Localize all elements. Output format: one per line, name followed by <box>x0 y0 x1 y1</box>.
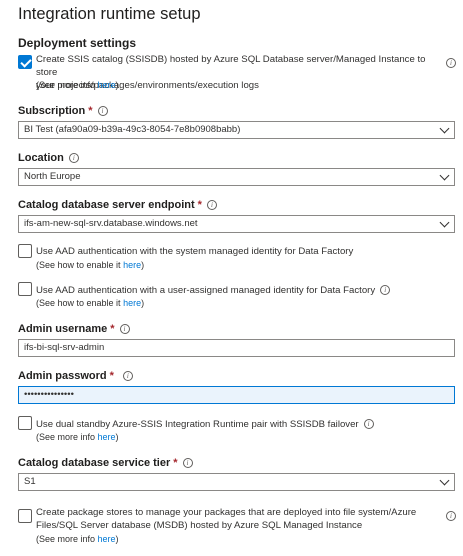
aad-system-checkbox[interactable] <box>18 244 32 258</box>
aad-user-more-info-link[interactable]: here <box>123 298 141 308</box>
subscription-label: Subscription * i <box>18 105 108 117</box>
package-stores-line1: Create package stores to manage your pac… <box>36 507 417 518</box>
chevron-down-icon <box>439 123 450 134</box>
more-info-suffix: ) <box>115 80 119 90</box>
admin-username-value: ifs-bi-sql-srv-admin <box>24 342 105 353</box>
dual-standby-text: Use dual standby Azure-SSIS Integration … <box>36 418 374 431</box>
aad-system-text: Use AAD authentication with the system m… <box>36 246 354 257</box>
ssis-more-info-link[interactable]: here <box>98 80 116 90</box>
ssis-catalog-checkbox[interactable] <box>18 55 32 69</box>
dual-standby-more-info: (See more info here) <box>36 432 119 442</box>
dual-standby-text-label: Use dual standby Azure-SSIS Integration … <box>36 419 359 430</box>
admin-username-label-text: Admin username <box>18 323 108 335</box>
info-icon[interactable]: i <box>122 371 133 381</box>
package-stores-more-info: (See more info here) <box>36 534 119 544</box>
ssis-more-info: (See more info here) <box>36 80 119 90</box>
aad-user-more-info: (See how to enable it here) <box>36 298 144 308</box>
info-icon[interactable]: i <box>119 324 130 334</box>
more-info-prefix: (See more info <box>36 80 98 90</box>
more-info-suffix: ) <box>141 260 145 270</box>
more-info-prefix: (See more info <box>36 432 98 442</box>
info-icon[interactable]: i <box>182 458 193 468</box>
location-label: Location i <box>18 152 79 164</box>
admin-username-input[interactable]: ifs-bi-sql-srv-admin <box>18 339 455 357</box>
aad-user-checkbox[interactable] <box>18 282 32 296</box>
more-info-prefix: (See how to enable it <box>36 298 124 308</box>
more-info-suffix: ) <box>115 534 119 544</box>
more-info-prefix: (See more info <box>36 534 98 544</box>
aad-user-text: Use AAD authentication with a user-assig… <box>36 284 391 297</box>
subscription-label-text: Subscription <box>18 105 86 117</box>
more-info-prefix: (See how to enable it <box>36 260 124 270</box>
chevron-down-icon <box>439 217 450 228</box>
info-icon[interactable]: i <box>97 106 108 116</box>
admin-password-input[interactable]: ••••••••••••••• <box>18 386 455 404</box>
ssis-catalog-line1: Create SSIS catalog (SSISDB) hosted by A… <box>36 54 426 78</box>
endpoint-label: Catalog database server endpoint * i <box>18 199 217 211</box>
location-dropdown[interactable]: North Europe <box>18 168 455 186</box>
required-mark: * <box>110 323 115 335</box>
info-icon[interactable]: i <box>68 153 79 163</box>
endpoint-label-text: Catalog database server endpoint <box>18 199 195 211</box>
required-mark: * <box>197 199 202 211</box>
service-tier-dropdown[interactable]: S1 <box>18 473 455 491</box>
admin-username-label: Admin username * i <box>18 323 130 335</box>
package-stores-checkbox[interactable] <box>18 509 32 523</box>
required-mark: * <box>173 457 178 469</box>
info-icon[interactable]: i <box>446 58 456 68</box>
subscription-dropdown[interactable]: BI Test (afa90a09-b39a-49c3-8054-7e8b090… <box>18 121 455 139</box>
package-stores-more-info-link[interactable]: here <box>98 534 116 544</box>
admin-password-value: ••••••••••••••• <box>24 389 74 400</box>
service-tier-label: Catalog database service tier * i <box>18 457 193 469</box>
required-mark: * <box>88 105 93 117</box>
admin-password-label: Admin password * i <box>18 370 133 382</box>
endpoint-dropdown[interactable]: ifs-am-new-sql-srv.database.windows.net <box>18 215 455 233</box>
aad-user-text-label: Use AAD authentication with a user-assig… <box>36 285 376 296</box>
dual-standby-checkbox[interactable] <box>18 416 32 430</box>
more-info-suffix: ) <box>115 432 119 442</box>
dual-standby-more-info-link[interactable]: here <box>98 432 116 442</box>
info-icon[interactable]: i <box>363 419 374 429</box>
info-icon[interactable]: i <box>206 200 217 210</box>
more-info-suffix: ) <box>141 298 145 308</box>
package-stores-line2: Files/SQL Server database (MSDB) hosted … <box>36 520 363 531</box>
aad-system-more-info: (See how to enable it here) <box>36 260 144 270</box>
info-icon[interactable]: i <box>446 511 456 521</box>
admin-password-label-text: Admin password <box>18 370 107 382</box>
package-stores-text: Create package stores to manage your pac… <box>36 506 446 532</box>
section-heading: Deployment settings <box>18 36 137 50</box>
service-tier-value: S1 <box>24 476 36 487</box>
chevron-down-icon <box>439 475 450 486</box>
location-value: North Europe <box>24 171 81 182</box>
info-icon[interactable]: i <box>380 285 391 295</box>
required-mark: * <box>109 370 114 382</box>
chevron-down-icon <box>439 170 450 181</box>
location-label-text: Location <box>18 152 64 164</box>
aad-system-more-info-link[interactable]: here <box>123 260 141 270</box>
subscription-value: BI Test (afa90a09-b39a-49c3-8054-7e8b090… <box>24 124 241 135</box>
service-tier-label-text: Catalog database service tier <box>18 457 171 469</box>
endpoint-value: ifs-am-new-sql-srv.database.windows.net <box>24 218 198 229</box>
page-title: Integration runtime setup <box>18 5 201 23</box>
